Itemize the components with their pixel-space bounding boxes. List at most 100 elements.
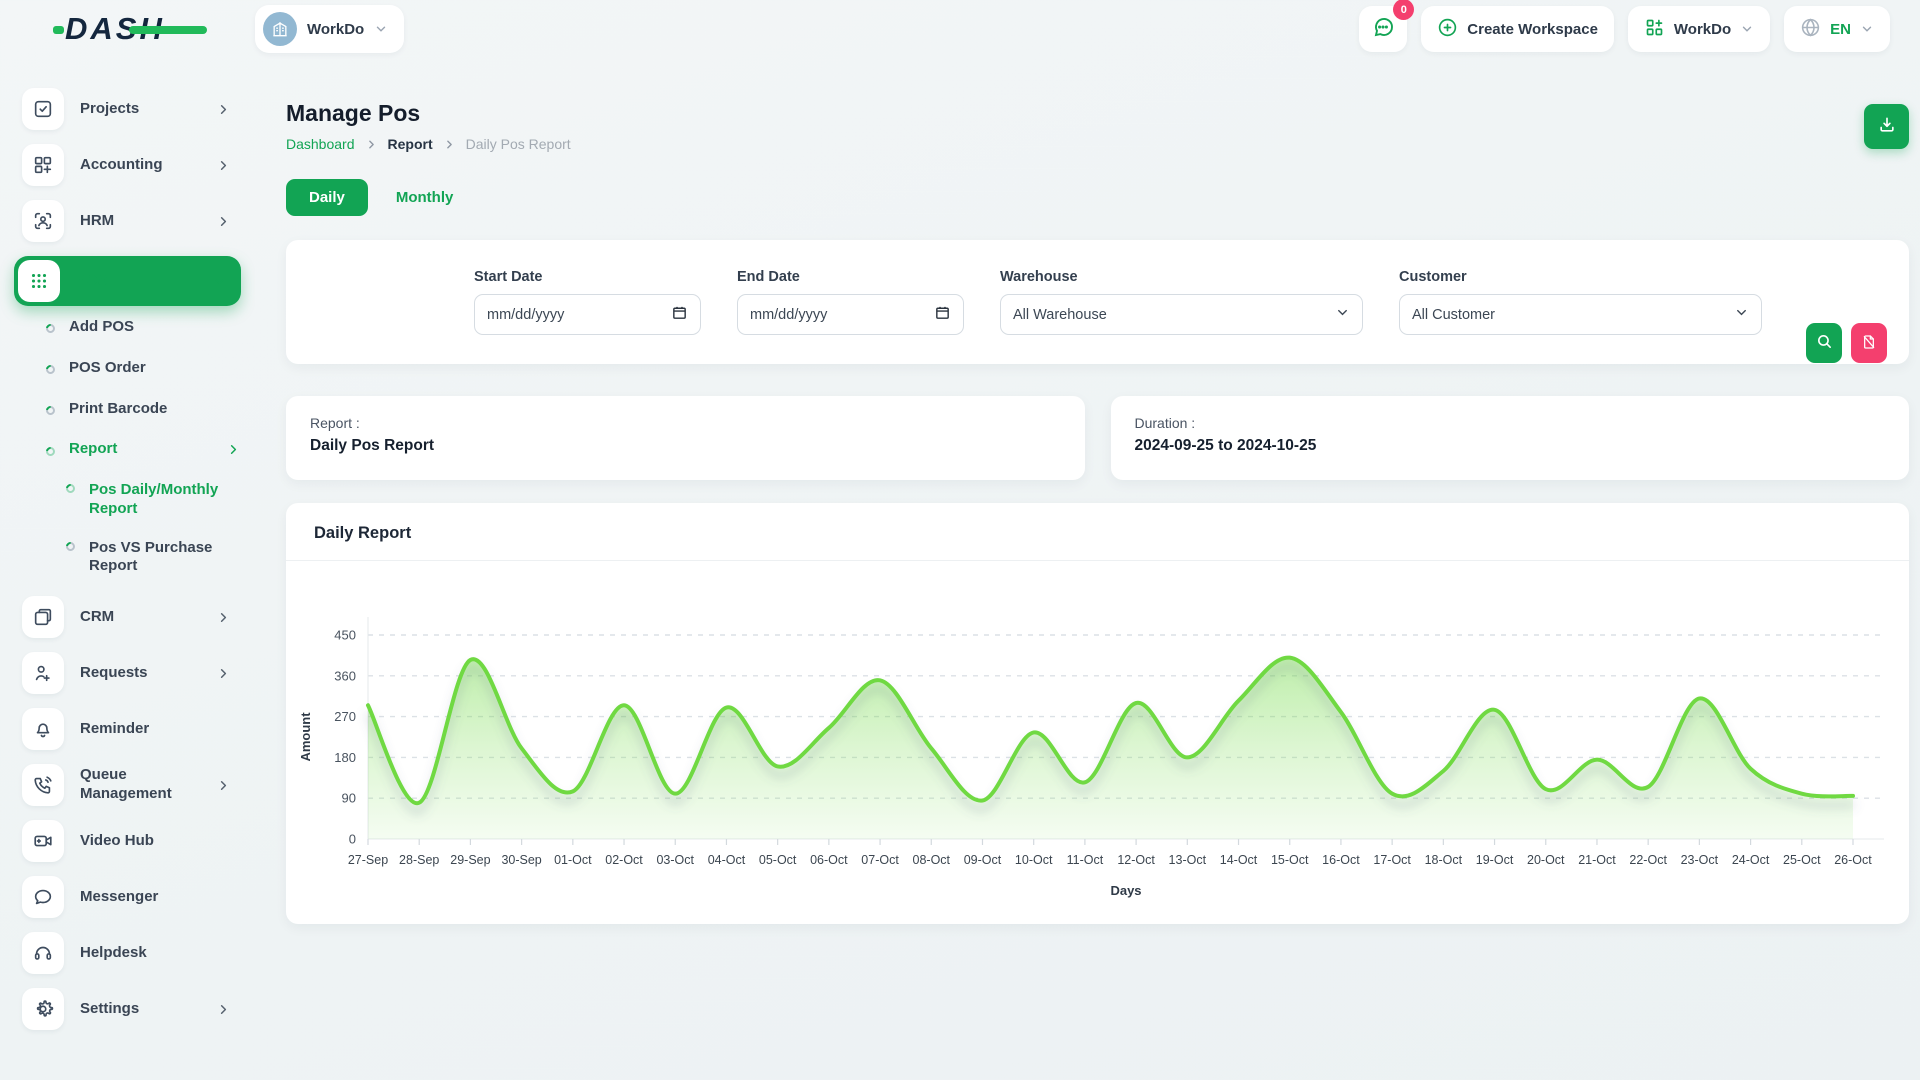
sidebar-item-helpdesk[interactable]: Helpdesk [14,932,241,974]
sidebar-item-label: Helpdesk [80,944,147,963]
svg-text:270: 270 [334,709,356,724]
report-summary-card: Report : Daily Pos Report [286,396,1085,480]
svg-text:360: 360 [334,668,356,683]
tab-daily[interactable]: Daily [286,179,368,216]
sidebar-item-settings[interactable]: Settings [14,988,241,1030]
sidebar-item-label: Projects [80,100,139,119]
customer-value: All Customer [1412,307,1734,323]
sidebar-item-accounting[interactable]: Accounting [14,144,241,186]
chevron-right-icon [216,102,231,117]
sidebar-item-queue-management[interactable]: Queue Management [14,764,241,806]
calendar-icon[interactable] [671,304,688,325]
daily-report-card: Daily Report 09018027036045027-Sep28-Sep… [286,503,1909,924]
user-workspace-menu[interactable]: WorkDo [1628,6,1770,52]
chat-bubble-icon [1371,15,1395,43]
sidebar-item-pos[interactable]: POS [14,256,241,306]
workspace-avatar [263,12,297,46]
cards-icon [22,596,64,638]
report-period-tabs: Daily Monthly [286,179,1909,216]
search-button[interactable] [1806,323,1842,363]
chevron-right-icon [216,666,231,681]
chevron-right-icon [216,214,231,229]
chart-title: Daily Report [314,524,411,542]
sidebar-item-video-hub[interactable]: Video Hub [14,820,241,862]
svg-text:26-Oct: 26-Oct [1834,853,1872,867]
start-date-input[interactable]: mm/dd/yyyy [474,294,701,335]
svg-text:10-Oct: 10-Oct [1015,853,1053,867]
sidebar-item-label: POS Order [69,359,146,378]
chevron-down-icon [212,274,227,289]
bullet-icon [64,540,77,553]
chevron-down-icon [1740,22,1754,36]
sidebar-item-label: Accounting [80,156,163,175]
sidebar-item-label: Report [69,440,117,459]
end-date-input[interactable]: mm/dd/yyyy [737,294,964,335]
svg-text:Days: Days [1110,883,1141,898]
sidebar-item-pos-order[interactable]: POS Order [14,359,241,378]
dots-grid-icon [18,260,60,302]
chevron-down-icon [1860,22,1874,36]
svg-text:05-Oct: 05-Oct [759,853,797,867]
warehouse-select[interactable]: All Warehouse [1000,294,1363,335]
sidebar-item-label: Pos VS Purchase Report [89,539,225,577]
top-header: DASH WorkDo 0 Create Workspace [0,0,1920,58]
reset-filter-button[interactable] [1851,323,1887,363]
workspace-selector[interactable]: WorkDo [255,5,404,53]
download-button[interactable] [1864,104,1909,149]
daily-report-chart: 09018027036045027-Sep28-Sep29-Sep30-Sep0… [290,575,1900,907]
main-content: Manage Pos DashboardReportDaily Pos Repo… [255,58,1920,1080]
message-icon [22,876,64,918]
svg-text:19-Oct: 19-Oct [1476,853,1514,867]
breadcrumb-item-3: Daily Pos Report [466,136,571,152]
svg-text:14-Oct: 14-Oct [1220,853,1258,867]
customer-select[interactable]: All Customer [1399,294,1762,335]
sidebar-item-print-barcode[interactable]: Print Barcode [14,400,241,419]
download-icon [1877,115,1897,138]
logo-dash-icon [129,26,207,34]
svg-text:21-Oct: 21-Oct [1578,853,1616,867]
chevron-right-icon [216,158,231,173]
sidebar-item-requests[interactable]: Requests [14,652,241,694]
customer-label: Customer [1399,269,1762,285]
sidebar-item-hrm[interactable]: HRM [14,200,241,242]
sidebar-item-reminder[interactable]: Reminder [14,708,241,750]
customer-field: Customer All Customer [1399,269,1762,335]
chevron-down-icon [374,22,388,36]
sidebar-item-messenger[interactable]: Messenger [14,876,241,918]
user-menu-label: WorkDo [1674,21,1731,38]
svg-text:22-Oct: 22-Oct [1629,853,1667,867]
chevron-right-icon [216,778,231,793]
tab-monthly[interactable]: Monthly [382,179,468,216]
chevron-right-icon [226,442,241,457]
workspace-name: WorkDo [307,21,364,38]
sidebar-item-report[interactable]: Report [14,440,241,459]
phone-call-icon [22,764,64,806]
sidebar-item-crm[interactable]: CRM [14,596,241,638]
sidebar-item-projects[interactable]: Projects [14,88,241,130]
headset-icon [22,932,64,974]
calendar-icon[interactable] [934,304,951,325]
sidebar-item-add-pos[interactable]: Add POS [14,318,241,337]
plus-circle-icon [1437,17,1458,42]
breadcrumb-item-1[interactable]: Dashboard [286,136,355,152]
svg-text:25-Oct: 25-Oct [1783,853,1821,867]
sidebar-item-pos-daily-monthly-report[interactable]: Pos Daily/Monthly Report [14,481,241,519]
sidebar-item-label: Pos Daily/Monthly Report [89,481,225,519]
sidebar: Projects Accounting HRM POS Add POS POS Order… [0,58,255,1080]
start-date-placeholder: mm/dd/yyyy [487,307,671,323]
breadcrumb-item-2[interactable]: Report [388,136,433,152]
svg-text:03-Oct: 03-Oct [656,853,694,867]
create-workspace-button[interactable]: Create Workspace [1421,6,1614,52]
user-scan-icon [22,200,64,242]
sidebar-item-pos-vs-purchase-report[interactable]: Pos VS Purchase Report [14,539,241,577]
svg-text:02-Oct: 02-Oct [605,853,643,867]
messages-button[interactable]: 0 [1359,6,1407,52]
svg-text:20-Oct: 20-Oct [1527,853,1565,867]
dash-logo[interactable]: DASH [65,11,165,47]
svg-text:24-Oct: 24-Oct [1732,853,1770,867]
chevron-right-icon [216,1002,231,1017]
language-selector[interactable]: EN [1784,6,1890,52]
svg-text:12-Oct: 12-Oct [1117,853,1155,867]
messages-badge: 0 [1393,0,1414,20]
warehouse-value: All Warehouse [1013,307,1335,323]
